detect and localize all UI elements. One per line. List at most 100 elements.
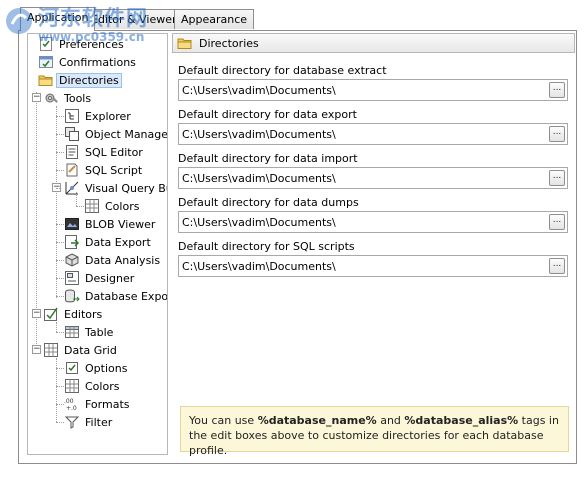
table-icon xyxy=(64,324,80,340)
tree-line xyxy=(56,368,64,369)
tree-item-preferences[interactable]: Preferences xyxy=(38,35,127,53)
field-label-database-extract: Default directory for database extract xyxy=(178,64,387,77)
tree-item-designer[interactable]: Designer xyxy=(64,269,137,287)
tree-line xyxy=(56,322,57,332)
tree-item-data-grid[interactable]: Data Grid xyxy=(43,341,120,359)
tree-item-data-export[interactable]: Data Export xyxy=(64,233,154,251)
tree-label: Directories xyxy=(56,72,122,88)
sql-script-icon xyxy=(64,162,80,178)
tree-item-confirmations[interactable]: Confirmations xyxy=(38,53,139,71)
tree-label: SQL Editor xyxy=(85,145,143,159)
tree-item-options[interactable]: Options xyxy=(64,359,130,377)
database-extract-input[interactable] xyxy=(179,80,549,100)
tree-label: Colors xyxy=(105,199,140,213)
object-manager-icon xyxy=(64,126,80,142)
tree-line xyxy=(56,170,64,171)
browse-sql-scripts-button[interactable]: ... xyxy=(549,258,565,274)
tree-label: Data Export xyxy=(85,235,151,249)
browse-data-import-button[interactable]: ... xyxy=(549,170,565,186)
tree-item-formats[interactable]: .00 +.0 Formats xyxy=(64,395,133,413)
query-builder-icon xyxy=(64,180,80,196)
tab-application-label: Application xyxy=(27,11,89,24)
tab-appearance[interactable]: Appearance xyxy=(174,9,255,29)
tree-label: Tools xyxy=(64,91,92,105)
editors-icon xyxy=(43,306,59,322)
data-export-input[interactable] xyxy=(179,124,549,144)
tree-label: Editors xyxy=(64,307,103,321)
tree-line xyxy=(56,296,64,297)
designer-icon xyxy=(64,270,80,286)
database-export-icon xyxy=(64,288,80,304)
data-dumps-field[interactable]: ... xyxy=(178,211,568,233)
collapse-editors-button[interactable]: − xyxy=(32,309,41,318)
options-checkbox-icon xyxy=(64,360,80,376)
data-export-field[interactable]: ... xyxy=(178,123,568,145)
tree-item-grid-colors[interactable]: Colors xyxy=(64,377,122,395)
tree-item-colors[interactable]: Colors xyxy=(84,197,142,215)
tree-line xyxy=(56,260,64,261)
tree-item-visual-query-builder[interactable]: Visual Query Buil xyxy=(64,179,167,197)
tree-item-explorer[interactable]: Explorer xyxy=(64,107,134,125)
tree-line xyxy=(56,332,64,333)
tree-line xyxy=(56,386,64,387)
data-import-field[interactable]: ... xyxy=(178,167,568,189)
tree-line xyxy=(56,278,64,279)
tree-line xyxy=(56,242,64,243)
tree-item-tools[interactable]: Tools xyxy=(43,89,94,107)
section-title: Directories xyxy=(199,36,259,50)
tab-application[interactable]: Application xyxy=(20,7,96,31)
field-label-data-import: Default directory for data import xyxy=(178,152,358,165)
directories-page: Directories Default directory for databa… xyxy=(172,33,575,461)
explorer-icon xyxy=(64,108,80,124)
tree-label: Database Export xyxy=(85,289,168,303)
data-dumps-input[interactable] xyxy=(179,212,549,232)
tree-item-table[interactable]: Table xyxy=(64,323,116,341)
tree-line xyxy=(56,422,64,423)
tree-label: Visual Query Buil xyxy=(85,181,167,195)
options-tree[interactable]: Preferences Confirmations Directories − … xyxy=(27,33,168,455)
checkbox-page-icon xyxy=(38,36,54,52)
sql-scripts-field[interactable]: ... xyxy=(178,255,568,277)
tree-item-blob-viewer[interactable]: BLOB Viewer xyxy=(64,215,158,233)
folder-icon xyxy=(177,35,193,51)
database-extract-field[interactable]: ... xyxy=(178,79,568,101)
data-import-input[interactable] xyxy=(179,168,549,188)
browse-database-extract-button[interactable]: ... xyxy=(549,82,565,98)
blob-viewer-icon xyxy=(64,216,80,232)
tree-item-editors[interactable]: Editors xyxy=(43,305,105,323)
info-hint: You can use %database_name% and %databas… xyxy=(180,406,569,457)
tree-item-directories[interactable]: Directories xyxy=(38,71,122,89)
tree-line xyxy=(56,188,60,189)
sql-scripts-input[interactable] xyxy=(179,256,549,276)
section-header: Directories xyxy=(172,33,575,53)
confirm-dialog-icon xyxy=(38,54,54,70)
tree-line xyxy=(56,152,64,153)
tree-line xyxy=(56,116,64,117)
collapse-tools-button[interactable]: − xyxy=(32,93,41,102)
tree-label: BLOB Viewer xyxy=(85,217,156,231)
tree-item-data-analysis[interactable]: Data Analysis xyxy=(64,251,163,269)
tree-line xyxy=(76,206,84,207)
tree-label: Formats xyxy=(85,397,130,411)
tree-label: Object Manager xyxy=(85,127,168,141)
hint-text: and xyxy=(376,414,405,427)
tree-label: Explorer xyxy=(85,109,131,123)
color-grid-icon xyxy=(84,198,100,214)
tree-line xyxy=(56,134,64,135)
browse-data-export-button[interactable]: ... xyxy=(549,126,565,142)
tree-item-filter[interactable]: Filter xyxy=(64,413,115,431)
tree-label: SQL Script xyxy=(85,163,143,177)
collapse-data-grid-button[interactable]: − xyxy=(32,345,41,354)
tree-label: Colors xyxy=(85,379,120,393)
tree-item-sql-editor[interactable]: SQL Editor xyxy=(64,143,146,161)
tree-item-database-export[interactable]: Database Export xyxy=(64,287,168,305)
browse-data-dumps-button[interactable]: ... xyxy=(549,214,565,230)
tree-label: Designer xyxy=(85,271,135,285)
tree-label: Data Grid xyxy=(64,343,117,357)
tree-label: Options xyxy=(85,361,128,375)
folder-icon xyxy=(38,72,54,88)
tree-item-sql-script[interactable]: SQL Script xyxy=(64,161,145,179)
tree-item-object-manager[interactable]: Object Manager xyxy=(64,125,168,143)
hint-tag-database-name: %database_name% xyxy=(257,414,377,427)
field-label-data-export: Default directory for data export xyxy=(178,108,357,121)
